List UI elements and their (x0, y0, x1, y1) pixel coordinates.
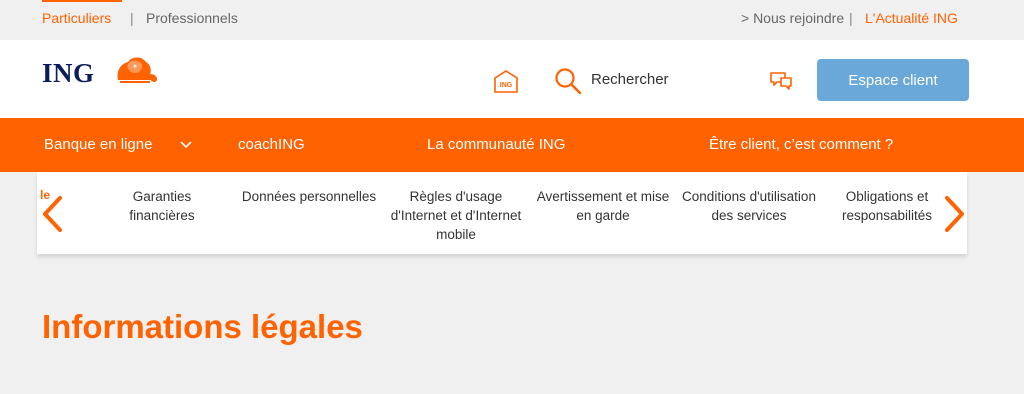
subnav-item-obligations[interactable]: Obligations et responsabilités (837, 187, 937, 225)
active-segment-indicator (42, 0, 122, 2)
espace-client-button[interactable]: Espace client (817, 59, 969, 101)
lion-logo-icon[interactable] (110, 54, 160, 86)
subnav-item-avertissement[interactable]: Avertissement et mise en garde (532, 187, 674, 225)
search-label[interactable]: Rechercher (591, 71, 669, 88)
chevron-down-icon[interactable] (180, 140, 192, 150)
subnav-item-regles[interactable]: Règles d'usage d'Internet et d'Internet … (380, 187, 532, 244)
subnav-item-garanties[interactable]: Garanties financières (112, 187, 212, 225)
nav-item-etre-client[interactable]: Être client, c’est comment ? (709, 136, 893, 153)
top-utility-bar: Particuliers | Professionnels > Nous rej… (0, 0, 1024, 40)
page-title: Informations légales (42, 308, 363, 345)
segment-particuliers-link[interactable]: Particuliers (42, 10, 111, 26)
ing-logo[interactable]: ING (42, 58, 95, 89)
nous-rejoindre-link[interactable]: > Nous rejoindre (741, 10, 844, 26)
topbar-separator: | (849, 10, 853, 26)
chat-icon[interactable] (768, 68, 794, 94)
arrow-right-icon[interactable] (943, 194, 967, 234)
search-icon[interactable] (553, 66, 583, 96)
main-nav: Banque en ligne coachING La communauté I… (0, 118, 1024, 172)
ing-home-icon[interactable]: ING (493, 68, 519, 94)
subnav-item-donnees[interactable]: Données personnelles (236, 187, 382, 206)
legal-subnav-carousel: le Garanties financières Données personn… (37, 172, 967, 254)
main-header: ING ING Rechercher Espace client (0, 40, 1024, 118)
nav-item-communaute[interactable]: La communauté ING (427, 136, 565, 153)
segment-separator: | (130, 10, 134, 26)
nav-item-banque-en-ligne[interactable]: Banque en ligne (44, 136, 152, 153)
ing-icon-label: ING (500, 82, 513, 89)
arrow-left-icon[interactable] (40, 194, 64, 234)
nav-item-coaching[interactable]: coachING (238, 136, 305, 153)
segment-professionnels-link[interactable]: Professionnels (146, 10, 238, 26)
subnav-item-conditions[interactable]: Conditions d'utilisation des services (676, 187, 822, 225)
actualite-ing-link[interactable]: L'Actualité ING (865, 10, 958, 26)
